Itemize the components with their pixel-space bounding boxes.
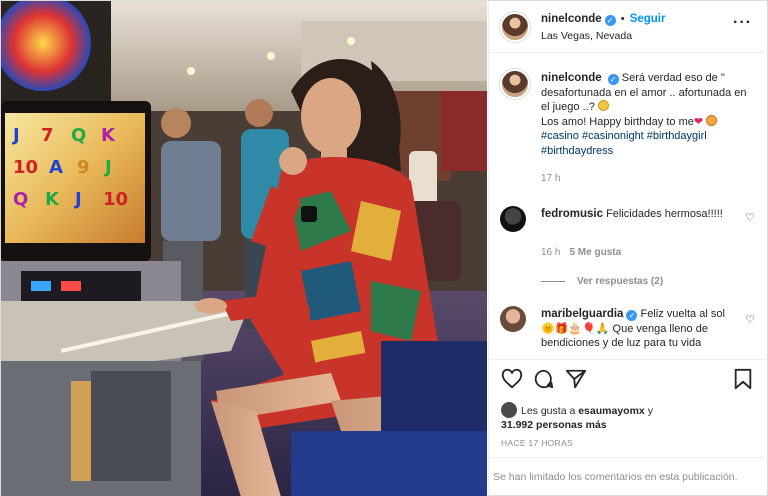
comment-meta: 16 h 5 Me gusta (541, 247, 621, 258)
view-replies-button[interactable]: Ver respuestas (2) (541, 276, 663, 287)
comment-emojis: 🌞🎁🎂🎈🙏 (541, 322, 610, 335)
caption-line-2: Los amo! Happy birthday to me (541, 115, 694, 128)
more-options-icon[interactable]: ··· (733, 15, 752, 31)
svg-text:A: A (49, 157, 63, 178)
post-photo[interactable]: J 7 Q K 10 A 9 J Q K J 10 (1, 1, 487, 496)
svg-text:K: K (45, 189, 60, 210)
svg-text:10: 10 (13, 157, 38, 178)
caption-text: ninelconde ✓ Será verdad eso de " desafor… (541, 71, 756, 158)
verified-badge-icon: ✓ (604, 15, 616, 26)
hugging-face-icon (706, 114, 718, 126)
comments-limited-notice: Se han limitado los comentarios en esta … (489, 457, 768, 496)
liker-avatar[interactable] (501, 402, 517, 418)
svg-text:7: 7 (41, 125, 54, 146)
casino-photo-illustration: J 7 Q K 10 A 9 J Q K J 10 (1, 1, 487, 496)
post-actions-bar (489, 359, 768, 399)
likes-summary: Les gusta a esaumayomx y 31.992 personas… (501, 402, 653, 432)
replies-divider (541, 280, 565, 282)
post-date[interactable]: HACE 17 HORAS (501, 438, 573, 448)
post-location[interactable]: Las Vegas, Nevada (541, 30, 632, 42)
verified-badge-icon: ✓ (607, 74, 619, 85)
follow-button[interactable]: Seguir (630, 13, 666, 25)
instagram-post: J 7 Q K 10 A 9 J Q K J 10 ninelconde ✓ •… (0, 0, 768, 496)
commenter-username[interactable]: maribelguardia (541, 308, 623, 320)
author-avatar[interactable] (500, 12, 530, 42)
red-heart-icon: ❤ (693, 115, 704, 128)
caption-username[interactable]: ninelconde (541, 72, 602, 84)
verified-badge-icon: ✓ (626, 310, 638, 321)
comment-body: Felicidades hermosa!!!!! (606, 208, 723, 220)
svg-text:J: J (103, 157, 112, 178)
paper-plane-icon[interactable] (565, 368, 587, 390)
svg-text:J: J (11, 125, 20, 146)
comment-like-icon[interactable]: ♡ (745, 313, 755, 326)
svg-text:J: J (73, 189, 82, 210)
comment-like-icon[interactable]: ♡ (745, 211, 755, 224)
heart-outline-icon[interactable] (501, 368, 523, 390)
comment-text: fedromusic Felicidades hermosa!!!!! (541, 207, 736, 222)
comment-bubble-icon[interactable] (533, 368, 555, 390)
commenter-username[interactable]: fedromusic (541, 208, 603, 220)
svg-text:10: 10 (103, 189, 128, 210)
svg-text:9: 9 (77, 157, 90, 178)
comment-likes[interactable]: 5 Me gusta (569, 247, 621, 258)
caption-time: 17 h (541, 173, 561, 184)
caption-avatar[interactable] (500, 69, 530, 99)
commenter-avatar[interactable] (500, 306, 526, 332)
caption-hashtags[interactable]: #casino #casinonight #birthdaygirl #birt… (541, 130, 707, 157)
bookmark-icon[interactable] (733, 368, 753, 390)
post-panel: ninelconde ✓ • Seguir Las Vegas, Nevada ·… (488, 1, 768, 496)
comment-body: Feliz vuelta al sol (640, 308, 725, 320)
view-replies-label: Ver respuestas (2) (577, 276, 664, 287)
post-header: ninelconde ✓ • Seguir Las Vegas, Nevada ·… (489, 1, 768, 53)
separator-dot: • (620, 13, 625, 25)
svg-text:Q: Q (13, 189, 28, 210)
grinning-face-icon (597, 100, 609, 111)
author-username[interactable]: ninelconde (541, 13, 602, 25)
commenter-avatar[interactable] (500, 206, 526, 232)
svg-text:Q: Q (71, 125, 86, 146)
comment-time: 16 h (541, 247, 561, 258)
author-line: ninelconde ✓ • Seguir (541, 13, 665, 26)
likes-conj: y (647, 405, 653, 417)
comment-text: maribelguardia ✓ Feliz vuelta al sol 🌞🎁🎂🎈… (541, 307, 736, 351)
svg-text:K: K (101, 125, 116, 146)
likes-count[interactable]: 31.992 personas más (501, 419, 607, 431)
likes-prefix: Les gusta a (521, 405, 576, 417)
liker-username[interactable]: esaumayomx (578, 405, 645, 417)
